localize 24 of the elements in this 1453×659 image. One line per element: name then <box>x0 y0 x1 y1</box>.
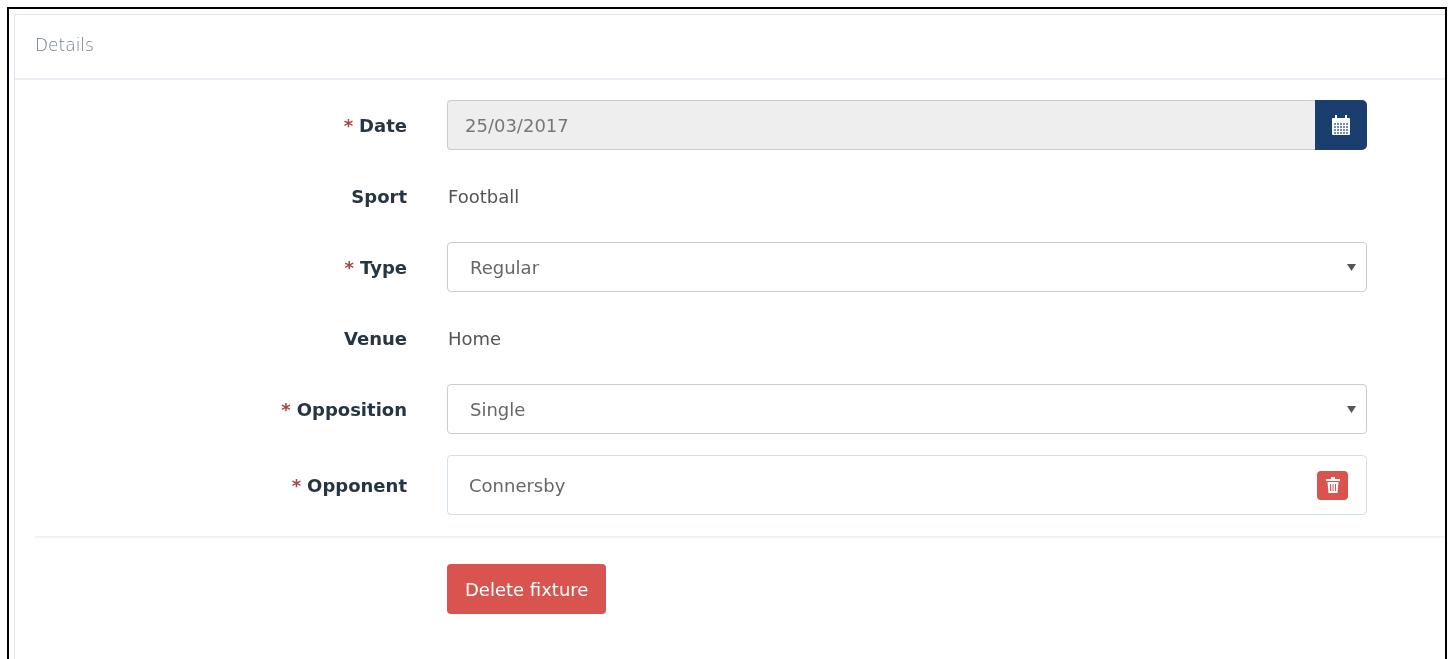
field-label: Date <box>359 114 407 136</box>
caret-icon <box>1347 263 1356 271</box>
calendar-icon <box>1332 115 1350 135</box>
field-label: Type <box>360 256 407 278</box>
caret-icon <box>1347 405 1356 413</box>
date-field[interactable]: 25/03/2017 <box>447 100 1315 150</box>
field-value: Home <box>447 327 502 349</box>
field-label: Venue <box>344 327 407 349</box>
calendar-button[interactable] <box>1315 100 1367 150</box>
field-label: Opposition <box>296 398 407 420</box>
required-mark: * <box>281 398 291 420</box>
required-mark: * <box>291 474 302 496</box>
required-mark: * <box>343 114 354 136</box>
delete-button[interactable] <box>1317 470 1348 500</box>
delete-fixture-button[interactable]: Delete fixture <box>447 564 607 614</box>
select-field[interactable]: Single <box>447 384 1367 434</box>
field-value: Football <box>447 185 520 207</box>
trash-icon <box>1325 477 1340 493</box>
field-label: Opponent <box>307 474 407 496</box>
field-label: Sport <box>351 185 407 207</box>
opponent-field[interactable]: Connersby <box>447 455 1367 515</box>
required-mark: * <box>344 256 355 278</box>
select-field[interactable]: Regular <box>447 242 1367 292</box>
panel-title: Details <box>35 35 94 55</box>
